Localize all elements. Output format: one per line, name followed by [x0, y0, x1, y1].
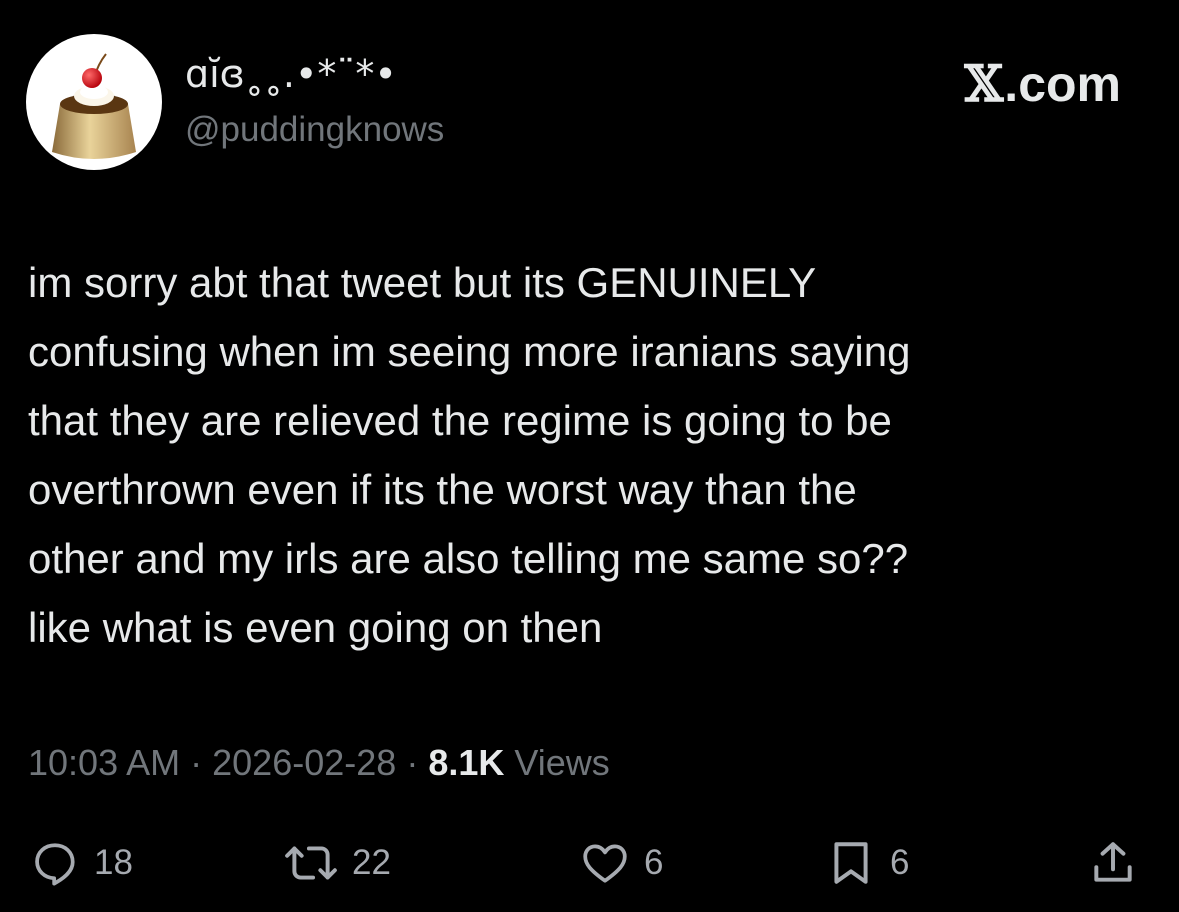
tweet-time[interactable]: 10:03 AM	[28, 742, 180, 783]
reply-icon	[35, 843, 75, 886]
reply-count: 18	[94, 843, 133, 882]
like-count: 6	[644, 843, 664, 882]
tweet-line: like what is even going on then	[28, 604, 603, 651]
like-button[interactable]: 6	[580, 838, 663, 888]
meta-separator: ·	[406, 742, 419, 783]
repost-count: 22	[352, 843, 391, 882]
bookmark-icon	[834, 842, 868, 884]
action-bar: 18 22 6 6	[0, 838, 1179, 898]
views-label: Views	[514, 742, 610, 783]
avatar[interactable]	[26, 34, 162, 170]
bookmark-count: 6	[890, 843, 910, 882]
tweet-line: confusing when im seeing more iranians s…	[28, 328, 911, 375]
meta-separator: ·	[190, 742, 203, 783]
tweet-meta: 10:03 AM · 2026-02-28 · 8.1K Views	[28, 742, 610, 784]
user-handle[interactable]: @puddingknows	[185, 110, 444, 150]
bookmark-button[interactable]: 6	[826, 838, 909, 888]
brand-suffix: .com	[1004, 55, 1121, 112]
tweet-line: im sorry abt that tweet but its GENUINEL…	[28, 259, 817, 306]
reply-button[interactable]: 18	[30, 838, 133, 888]
x-com-brand: 𝕏 .com	[965, 54, 1122, 113]
tweet-date[interactable]: 2026-02-28	[212, 742, 396, 783]
tweet-line: that they are relieved the regime is goi…	[28, 397, 892, 444]
share-button[interactable]	[1088, 838, 1138, 888]
display-name[interactable]: ɑĭɞ˳˳.•*¨*•	[185, 52, 397, 96]
heart-icon	[583, 844, 627, 883]
repost-icon	[285, 846, 337, 880]
share-icon	[1094, 842, 1132, 882]
repost-button[interactable]: 22	[284, 838, 391, 888]
views-count[interactable]: 8.1K	[428, 742, 504, 783]
tweet-line: other and my irls are also telling me sa…	[28, 535, 909, 582]
x-logo-icon: 𝕏	[964, 54, 1004, 113]
tweet-line: overthrown even if its the worst way tha…	[28, 466, 857, 513]
pudding-icon	[52, 53, 136, 159]
tweet-text: im sorry abt that tweet but its GENUINEL…	[28, 248, 1148, 662]
